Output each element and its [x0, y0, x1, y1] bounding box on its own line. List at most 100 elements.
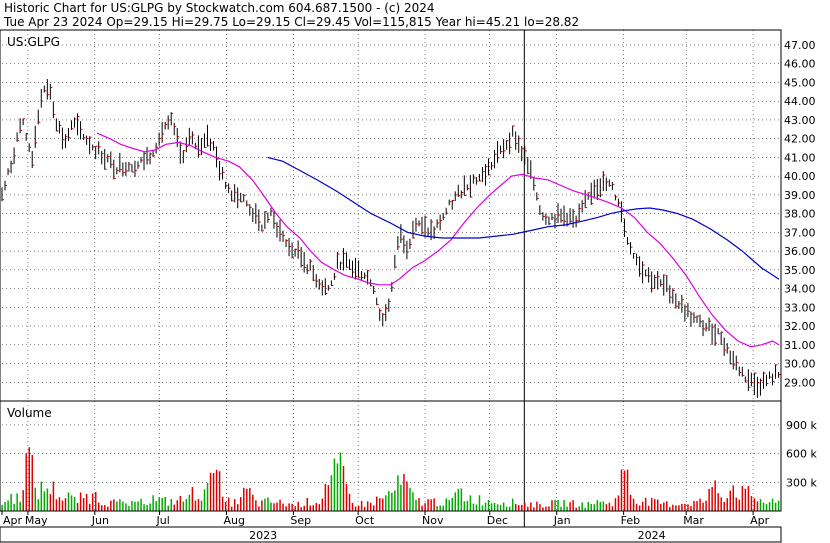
volume-bar	[107, 506, 109, 511]
volume-bar	[406, 481, 408, 511]
month-labels: Apr May Jun Jul Aug Sep Oct Nov Dec Jan Feb Mar Apr	[1, 511, 770, 527]
volume-bar	[91, 493, 94, 511]
volume-bar	[502, 502, 505, 511]
price-tick-label: 43.00	[784, 114, 816, 127]
volume-bar	[542, 507, 544, 511]
volume-bar	[297, 501, 299, 511]
volume-bar	[227, 497, 230, 511]
volume-bar	[49, 494, 52, 511]
volume-bar	[385, 495, 387, 511]
volume-bar	[143, 504, 145, 511]
volume-bar	[587, 502, 590, 511]
volume-bar	[125, 503, 127, 511]
volume-bar	[554, 499, 556, 511]
volume-bar	[720, 497, 722, 511]
volume-bar	[267, 497, 269, 511]
volume-bar	[663, 502, 665, 511]
volume-tick-label: 600 k	[786, 448, 817, 461]
volume-bar	[430, 499, 432, 511]
volume-bar	[741, 485, 744, 511]
volume-bar	[379, 498, 381, 511]
volume-bar	[463, 501, 466, 511]
volume-bar	[409, 487, 411, 511]
volume-bar	[602, 501, 605, 511]
volume-bar	[708, 488, 710, 511]
volume-panel-frame	[0, 400, 782, 512]
volume-bar	[16, 493, 18, 511]
volume-bar	[484, 502, 487, 511]
volume-bar	[119, 499, 121, 511]
volume-bar	[258, 506, 260, 511]
volume-bar	[436, 506, 438, 511]
volume-bar	[735, 497, 738, 511]
volume-bar	[765, 504, 768, 511]
volume-bar	[236, 504, 239, 511]
volume-bar	[179, 495, 182, 511]
volume-bar	[660, 504, 662, 511]
price-tick-label: 37.00	[784, 226, 816, 239]
volume-bar	[744, 488, 747, 511]
volume-bar	[614, 498, 617, 511]
volume-bar	[333, 458, 336, 511]
volume-bar	[777, 500, 780, 511]
volume-bar	[527, 506, 529, 511]
volume-bar	[771, 498, 774, 511]
volume-tick-label: 300 k	[786, 476, 817, 489]
month-label: Mar	[683, 514, 704, 527]
volume-bar	[31, 454, 34, 511]
volume-bar	[424, 503, 426, 511]
volume-bar	[22, 490, 24, 511]
volume-bar	[372, 505, 375, 511]
volume-bar	[348, 493, 351, 511]
volume-bar	[104, 505, 106, 511]
volume-bar	[536, 501, 538, 511]
volume-bar	[321, 498, 324, 511]
volume-bar	[101, 505, 103, 511]
volume-bar	[753, 498, 756, 511]
volume-bar	[342, 466, 345, 511]
volume-bar	[224, 501, 227, 511]
price-tick-label: 38.00	[784, 208, 816, 221]
volume-bar	[551, 500, 553, 511]
volume-bar	[657, 499, 659, 511]
volume-bar	[194, 500, 197, 511]
volume-bar	[212, 472, 215, 511]
volume-bar	[397, 475, 399, 511]
price-tick-label: 33.00	[784, 301, 816, 314]
year-label: 2023	[249, 529, 277, 542]
volume-bar	[73, 496, 76, 511]
volume-bar	[508, 506, 511, 511]
volume-bar	[596, 500, 599, 511]
volume-bar	[632, 498, 635, 511]
volume-bar	[369, 502, 372, 511]
volume-bar	[505, 506, 508, 511]
volume-bar	[97, 502, 100, 511]
price-tick-label: 39.00	[784, 189, 816, 202]
volume-bar	[82, 498, 85, 511]
month-label: Jun	[91, 514, 109, 527]
volume-bar	[611, 506, 614, 511]
volume-bar	[306, 497, 308, 511]
volume-bar	[487, 499, 490, 511]
volume-bar	[617, 495, 620, 511]
price-tick-label: 35.00	[784, 264, 816, 277]
price-tick-label: 29.00	[784, 376, 816, 389]
volume-bar	[233, 499, 236, 511]
volume-bar	[421, 505, 423, 511]
volume-bar	[433, 498, 435, 511]
volume-bar	[261, 500, 263, 511]
volume-bar	[300, 507, 302, 511]
volume-bar	[560, 506, 562, 511]
volume-bar	[626, 469, 629, 511]
volume-bar	[756, 501, 759, 511]
volume-bar	[312, 505, 315, 511]
volume-bar	[672, 504, 674, 511]
volume-bar	[493, 502, 496, 511]
volume-bar	[650, 497, 653, 511]
volume-bar	[723, 501, 725, 511]
volume-bar	[548, 506, 550, 511]
volume-bar	[94, 491, 97, 511]
volume-bar	[566, 506, 568, 511]
volume-bar	[472, 503, 475, 511]
volume-bars	[1, 447, 780, 511]
